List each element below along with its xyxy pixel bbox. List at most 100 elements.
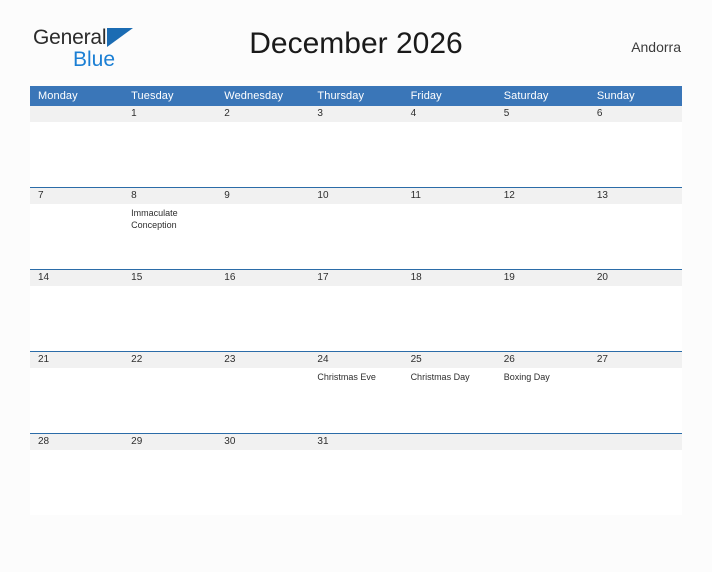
calendar-day-cell[interactable]: 8 Immaculate Conception	[123, 187, 217, 270]
day-number: 13	[588, 188, 682, 204]
calendar-empty-cell	[30, 106, 124, 188]
day-cell-inner: 12	[495, 188, 589, 269]
day-cell-inner: 21	[30, 352, 124, 433]
day-number: 8	[123, 188, 217, 204]
day-cell-inner: 11	[402, 188, 496, 269]
calendar-week-row: 14 15 16 17 18 19 20	[30, 269, 682, 352]
page-title: December 2026	[249, 27, 463, 60]
day-number: 30	[216, 434, 310, 450]
calendar-day-cell[interactable]: 23	[216, 351, 310, 434]
day-cell-inner: 6	[588, 106, 682, 187]
calendar-day-cell[interactable]: 18	[402, 269, 496, 352]
calendar-day-cell[interactable]: 26 Boxing Day	[495, 351, 589, 434]
calendar-day-cell[interactable]: 4	[402, 106, 496, 188]
calendar-day-cell[interactable]: 22	[123, 351, 217, 434]
calendar-day-cell[interactable]: 14	[30, 269, 124, 352]
calendar-day-cell[interactable]: 27	[588, 351, 682, 434]
calendar-day-cell[interactable]: 25 Christmas Day	[402, 351, 496, 434]
day-number: 31	[309, 434, 403, 450]
calendar-day-cell[interactable]: 28	[30, 433, 124, 515]
day-events: Boxing Day	[496, 368, 589, 384]
weekday-header-tuesday: Tuesday	[123, 86, 217, 106]
day-number: 12	[495, 188, 589, 204]
day-number: 1	[123, 106, 217, 122]
calendar-week-row: 21 22 23 24 Christmas Eve 25 Christmas Day 26 Bo…	[30, 351, 682, 434]
day-number: 17	[309, 270, 403, 286]
calendar-day-cell[interactable]: 11	[402, 187, 496, 270]
calendar-day-cell[interactable]: 24 Christmas Eve	[309, 351, 403, 434]
day-events: Christmas Day	[403, 368, 496, 384]
calendar-day-cell[interactable]: 15	[123, 269, 217, 352]
day-number: 10	[309, 188, 403, 204]
calendar-day-cell[interactable]: 21	[30, 351, 124, 434]
calendar-empty-cell	[588, 433, 682, 515]
calendar-day-cell[interactable]: 10	[309, 187, 403, 270]
day-cell-inner: 4	[402, 106, 496, 187]
day-cell-inner: 16	[216, 270, 310, 351]
calendar-day-cell[interactable]: 1	[123, 106, 217, 188]
day-number: 7	[30, 188, 124, 204]
calendar-day-cell[interactable]: 31	[309, 433, 403, 515]
weekday-header-sunday: Sunday	[588, 86, 682, 106]
day-number: 18	[402, 270, 496, 286]
day-number: 23	[216, 352, 310, 368]
day-cell-inner: 13	[588, 188, 682, 269]
country-label: Andorra	[631, 39, 681, 55]
day-cell-inner: 8 Immaculate Conception	[123, 188, 217, 269]
weekday-header-monday: Monday	[30, 86, 124, 106]
holiday-label: Christmas Eve	[317, 372, 376, 382]
calendar-day-cell[interactable]: 2	[216, 106, 310, 188]
calendar-empty-cell	[402, 433, 496, 515]
day-cell-inner: 24 Christmas Eve	[309, 352, 403, 433]
day-cell-inner: 10	[309, 188, 403, 269]
calendar-day-cell[interactable]: 3	[309, 106, 403, 188]
day-number: 2	[216, 106, 310, 122]
day-cell-inner: 25 Christmas Day	[402, 352, 496, 433]
day-cell-inner: 15	[123, 270, 217, 351]
weekday-header-friday: Friday	[402, 86, 496, 106]
day-number: 27	[588, 352, 682, 368]
day-cell-inner: 28	[30, 434, 124, 515]
weekday-header-thursday: Thursday	[309, 86, 403, 106]
calendar-day-cell[interactable]: 16	[216, 269, 310, 352]
calendar-day-cell[interactable]: 30	[216, 433, 310, 515]
day-cell-inner: 29	[123, 434, 217, 515]
calendar-day-cell[interactable]: 9	[216, 187, 310, 270]
day-number: 22	[123, 352, 217, 368]
day-events: Immaculate Conception	[123, 204, 216, 231]
weekday-header-saturday: Saturday	[495, 86, 589, 106]
day-cell-inner: 17	[309, 270, 403, 351]
day-number: 3	[309, 106, 403, 122]
day-cell-inner: 5	[495, 106, 589, 187]
calendar-day-cell[interactable]: 29	[123, 433, 217, 515]
day-cell-inner: 2	[216, 106, 310, 187]
calendar-day-cell[interactable]: 12	[495, 187, 589, 270]
day-cell-inner: 31	[309, 434, 403, 515]
day-cell-inner: 20	[588, 270, 682, 351]
day-cell-inner: 23	[216, 352, 310, 433]
day-number: 24	[309, 352, 403, 368]
calendar-day-cell[interactable]: 19	[495, 269, 589, 352]
day-cell-inner: 27	[588, 352, 682, 433]
day-number: 9	[216, 188, 310, 204]
day-number: 16	[216, 270, 310, 286]
day-number: 25	[402, 352, 496, 368]
day-cell-inner: 26 Boxing Day	[495, 352, 589, 433]
calendar-day-cell[interactable]: 20	[588, 269, 682, 352]
calendar-day-cell[interactable]: 7	[30, 187, 124, 270]
day-cell-inner	[588, 434, 682, 515]
day-number: 11	[402, 188, 496, 204]
day-number: 29	[123, 434, 217, 450]
day-number: 5	[495, 106, 589, 122]
calendar-day-cell[interactable]: 13	[588, 187, 682, 270]
day-cell-inner: 19	[495, 270, 589, 351]
day-number: 6	[588, 106, 682, 122]
day-number: 28	[30, 434, 124, 450]
day-number	[402, 434, 496, 450]
day-cell-inner	[30, 106, 124, 187]
calendar-day-cell[interactable]: 6	[588, 106, 682, 188]
calendar-day-cell[interactable]: 17	[309, 269, 403, 352]
day-cell-inner: 18	[402, 270, 496, 351]
calendar-day-cell[interactable]: 5	[495, 106, 589, 188]
day-number: 21	[30, 352, 124, 368]
